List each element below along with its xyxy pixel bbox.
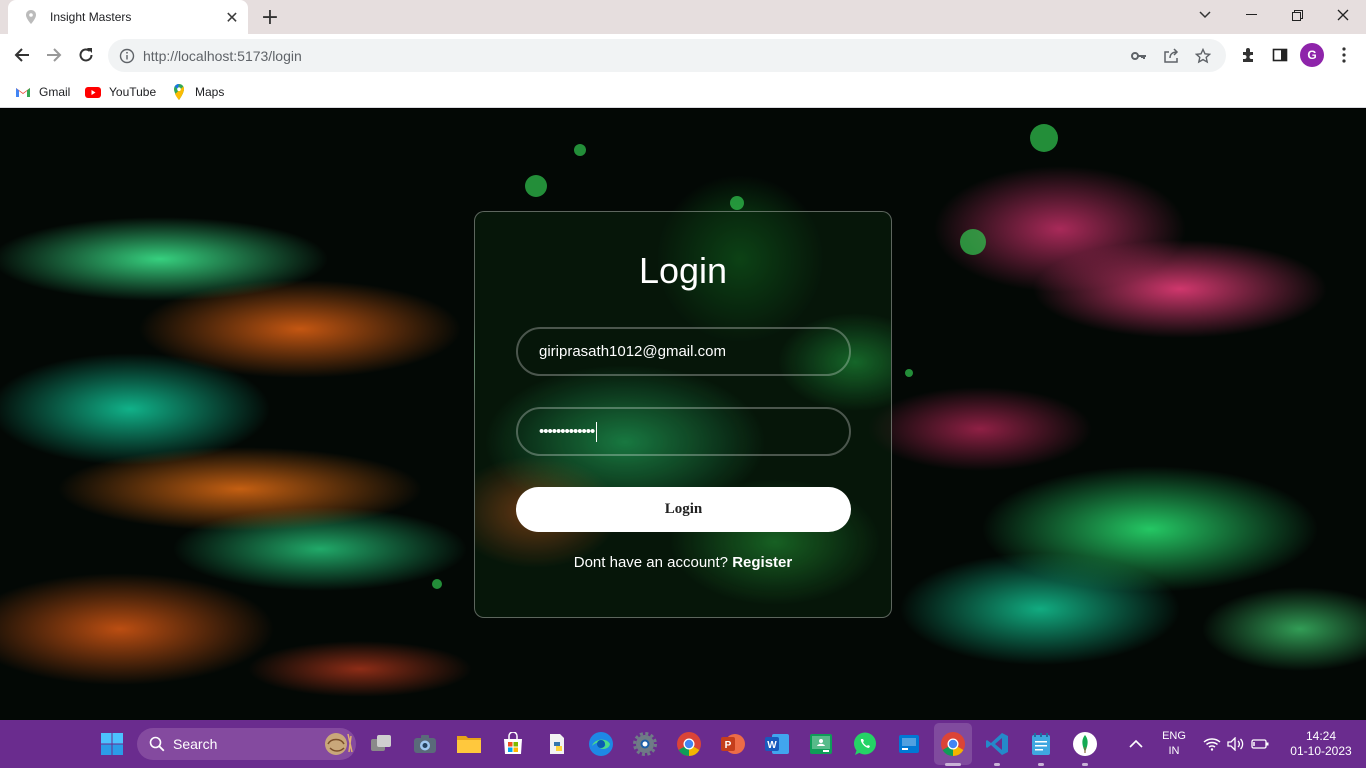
text-caret <box>596 421 598 442</box>
running-indicator <box>994 763 1000 766</box>
windows-taskbar: Search P W ENG IN 14:24 01-10-2023 <box>0 720 1366 768</box>
bookmark-label: Gmail <box>39 85 71 99</box>
menu-kebab-icon[interactable] <box>1332 43 1356 67</box>
minimize-icon[interactable] <box>1228 0 1274 30</box>
password-field[interactable]: ••••••••••••• <box>516 407 851 456</box>
back-arrow-icon[interactable] <box>9 42 35 68</box>
search-highlight-icon <box>325 733 353 755</box>
chrome-active-icon[interactable] <box>939 730 967 758</box>
running-indicator <box>1038 763 1044 766</box>
url-text[interactable]: http://localhost:5173/login <box>143 48 1130 64</box>
background-particle <box>905 369 913 377</box>
login-title: Login <box>638 250 728 291</box>
task-view-icon[interactable] <box>367 730 395 758</box>
new-tab-icon[interactable]: + <box>258 5 282 30</box>
language-label: ENG <box>1162 730 1186 742</box>
running-indicator <box>1082 763 1088 766</box>
close-tab-icon[interactable]: ✕ <box>220 5 244 29</box>
email-field[interactable]: giriprasath1012@gmail.com <box>516 327 851 376</box>
background-particle <box>730 196 744 210</box>
background-particle <box>960 229 986 255</box>
language-indicator[interactable]: ENG IN <box>1156 729 1192 759</box>
forward-arrow-icon[interactable] <box>41 42 67 68</box>
mongodb-icon[interactable] <box>1071 730 1099 758</box>
vscode-icon[interactable] <box>983 730 1011 758</box>
app-icon[interactable] <box>895 730 923 758</box>
clock-time: 14:24 <box>1305 729 1337 743</box>
search-icon <box>149 736 165 752</box>
login-card: Login giriprasath1012@gmail.com ••••••••… <box>474 211 892 618</box>
login-page-background: Login giriprasath1012@gmail.com ••••••••… <box>0 109 1366 720</box>
bookmarks-bar: Gmail YouTube Maps <box>0 76 1366 108</box>
notepad-icon[interactable] <box>1027 730 1055 758</box>
extensions-icon[interactable] <box>1236 43 1260 67</box>
settings-icon[interactable] <box>631 730 659 758</box>
background-particle <box>432 579 442 589</box>
file-explorer-icon[interactable] <box>455 730 483 758</box>
profile-avatar[interactable]: G <box>1300 43 1324 67</box>
tab-strip: Insight Masters ✕ + <box>0 0 1366 34</box>
svg-text:W: W <box>767 740 777 751</box>
word-icon[interactable]: W <box>763 730 791 758</box>
password-value: ••••••••••••• <box>539 423 595 440</box>
chevron-up-icon[interactable] <box>1122 730 1150 758</box>
login-button[interactable]: Login <box>516 487 851 532</box>
restore-icon[interactable] <box>1274 0 1320 30</box>
camera-icon[interactable] <box>411 730 439 758</box>
classroom-icon[interactable] <box>807 730 835 758</box>
background-particle <box>1030 124 1058 152</box>
search-label: Search <box>173 736 218 752</box>
reload-icon[interactable] <box>73 42 99 68</box>
location-pin-icon <box>24 10 38 24</box>
maps-icon <box>174 84 184 100</box>
bookmark-youtube[interactable]: YouTube <box>85 82 156 102</box>
site-info-icon[interactable] <box>119 48 135 64</box>
close-window-icon[interactable] <box>1320 0 1366 30</box>
background-particle <box>574 144 586 156</box>
active-indicator <box>945 763 961 766</box>
tab-search-icon[interactable] <box>1182 0 1228 30</box>
taskbar-search[interactable]: Search <box>137 728 356 760</box>
bookmark-label: Maps <box>195 85 225 99</box>
email-value: giriprasath1012@gmail.com <box>539 343 726 360</box>
region-label: IN <box>1168 745 1180 757</box>
register-link[interactable]: Register <box>732 554 792 571</box>
bookmark-star-icon[interactable] <box>1194 47 1212 65</box>
clock[interactable]: 14:24 01-10-2023 <box>1276 729 1366 759</box>
register-prompt: Dont have an account? <box>573 554 729 571</box>
clock-date: 01-10-2023 <box>1290 744 1352 758</box>
powerpoint-icon[interactable]: P <box>719 730 747 758</box>
register-prompt-line: Dont have an account? Register <box>475 554 891 571</box>
browser-tab[interactable]: Insight Masters ✕ <box>8 0 248 34</box>
battery-icon[interactable] <box>1246 730 1274 758</box>
browser-toolbar: http://localhost:5173/login G <box>0 34 1366 76</box>
edge-icon[interactable] <box>587 730 615 758</box>
start-icon[interactable] <box>98 730 126 758</box>
whatsapp-icon[interactable] <box>851 730 879 758</box>
tab-title: Insight Masters <box>50 10 132 24</box>
side-panel-icon[interactable] <box>1268 43 1292 67</box>
address-bar[interactable]: http://localhost:5173/login <box>108 39 1226 72</box>
share-icon[interactable] <box>1162 47 1180 65</box>
python-app-icon[interactable] <box>543 730 571 758</box>
bookmark-gmail[interactable]: Gmail <box>15 82 70 102</box>
background-particle <box>525 175 547 197</box>
svg-text:P: P <box>725 740 732 751</box>
youtube-icon <box>85 87 101 98</box>
key-icon[interactable] <box>1130 47 1148 65</box>
bookmark-maps[interactable]: Maps <box>171 82 224 102</box>
gmail-icon <box>16 88 30 97</box>
chrome-icon[interactable] <box>675 730 703 758</box>
bookmark-label: YouTube <box>109 85 157 99</box>
store-icon[interactable] <box>499 730 527 758</box>
